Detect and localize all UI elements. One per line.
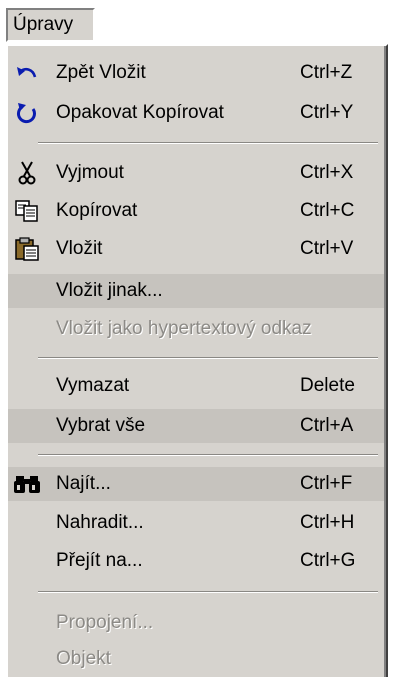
menu-item-paste-special[interactable]: Vložit jinak...	[8, 274, 386, 308]
edit-dropdown-menu: Zpět Vložit Ctrl+Z Opakovat Kopírovat Ct…	[6, 44, 388, 677]
menu-item-go-to[interactable]: Přejít na... Ctrl+G	[8, 544, 386, 578]
menu-item-label: Zpět Vložit	[56, 62, 146, 83]
menu-item-shortcut: Ctrl+H	[300, 512, 355, 533]
menu-item-select-all[interactable]: Vybrat vše Ctrl+A	[8, 409, 386, 443]
menu-bar: Úpravy	[0, 0, 396, 44]
menu-item-paste-as-hyperlink[interactable]: Vložit jako hypertextový odkaz	[8, 312, 386, 346]
menu-item-shortcut: Ctrl+G	[300, 550, 356, 571]
menu-item-shortcut: Ctrl+V	[300, 238, 354, 259]
menu-item-label: Přejít na...	[56, 550, 143, 571]
menu-item-find[interactable]: Najít... Ctrl+F	[8, 467, 386, 501]
clipboard-icon	[14, 236, 40, 262]
menu-separator	[38, 142, 378, 144]
menu-item-label: Vložit jinak...	[56, 280, 163, 301]
menu-item-replace[interactable]: Nahradit... Ctrl+H	[8, 506, 386, 540]
menu-item-shortcut: Ctrl+A	[300, 415, 354, 436]
menu-item-label: Vložit	[56, 238, 103, 259]
undo-arrow-icon	[14, 60, 40, 86]
menu-item-shortcut: Ctrl+F	[300, 473, 353, 494]
menu-item-shortcut: Ctrl+Y	[300, 102, 354, 123]
menu-item-shortcut: Ctrl+Z	[300, 62, 353, 83]
menu-separator	[38, 591, 378, 593]
menu-item-clear[interactable]: Vymazat Delete	[8, 369, 386, 403]
menu-item-label: Vymazat	[56, 375, 130, 396]
menu-item-cut[interactable]: Vyjmout Ctrl+X	[8, 156, 386, 190]
menu-item-label: Kopírovat	[56, 200, 138, 221]
menu-item-label: Propojení...	[56, 612, 154, 633]
menu-item-shortcut: Ctrl+X	[300, 162, 354, 183]
menu-item-undo[interactable]: Zpět Vložit Ctrl+Z	[8, 56, 386, 90]
binoculars-icon	[14, 471, 40, 497]
menu-item-label: Nahradit...	[56, 512, 144, 533]
menu-item-object[interactable]: Objekt	[8, 642, 386, 676]
menu-item-label: Najít...	[56, 473, 111, 494]
menu-item-label: Objekt	[56, 648, 111, 669]
menu-item-label: Vybrat vše	[56, 415, 146, 436]
menu-item-shortcut: Ctrl+C	[300, 200, 355, 221]
menu-item-label: Opakovat Kopírovat	[56, 102, 224, 123]
menu-item-paste[interactable]: Vložit Ctrl+V	[8, 232, 386, 266]
menu-item-shortcut: Delete	[300, 375, 355, 396]
menu-item-label: Vyjmout	[56, 162, 124, 183]
redo-circular-arrow-icon	[14, 100, 40, 126]
menu-upravy[interactable]: Úpravy	[6, 8, 95, 42]
copy-pages-icon	[14, 198, 40, 224]
menu-item-copy[interactable]: Kopírovat Ctrl+C	[8, 194, 386, 228]
scissors-icon	[14, 160, 40, 186]
menu-item-links[interactable]: Propojení...	[8, 606, 386, 640]
menu-separator	[38, 454, 378, 456]
menu-item-label: Vložit jako hypertextový odkaz	[56, 318, 312, 339]
menu-item-redo[interactable]: Opakovat Kopírovat Ctrl+Y	[8, 96, 386, 130]
menu-separator	[38, 357, 378, 359]
